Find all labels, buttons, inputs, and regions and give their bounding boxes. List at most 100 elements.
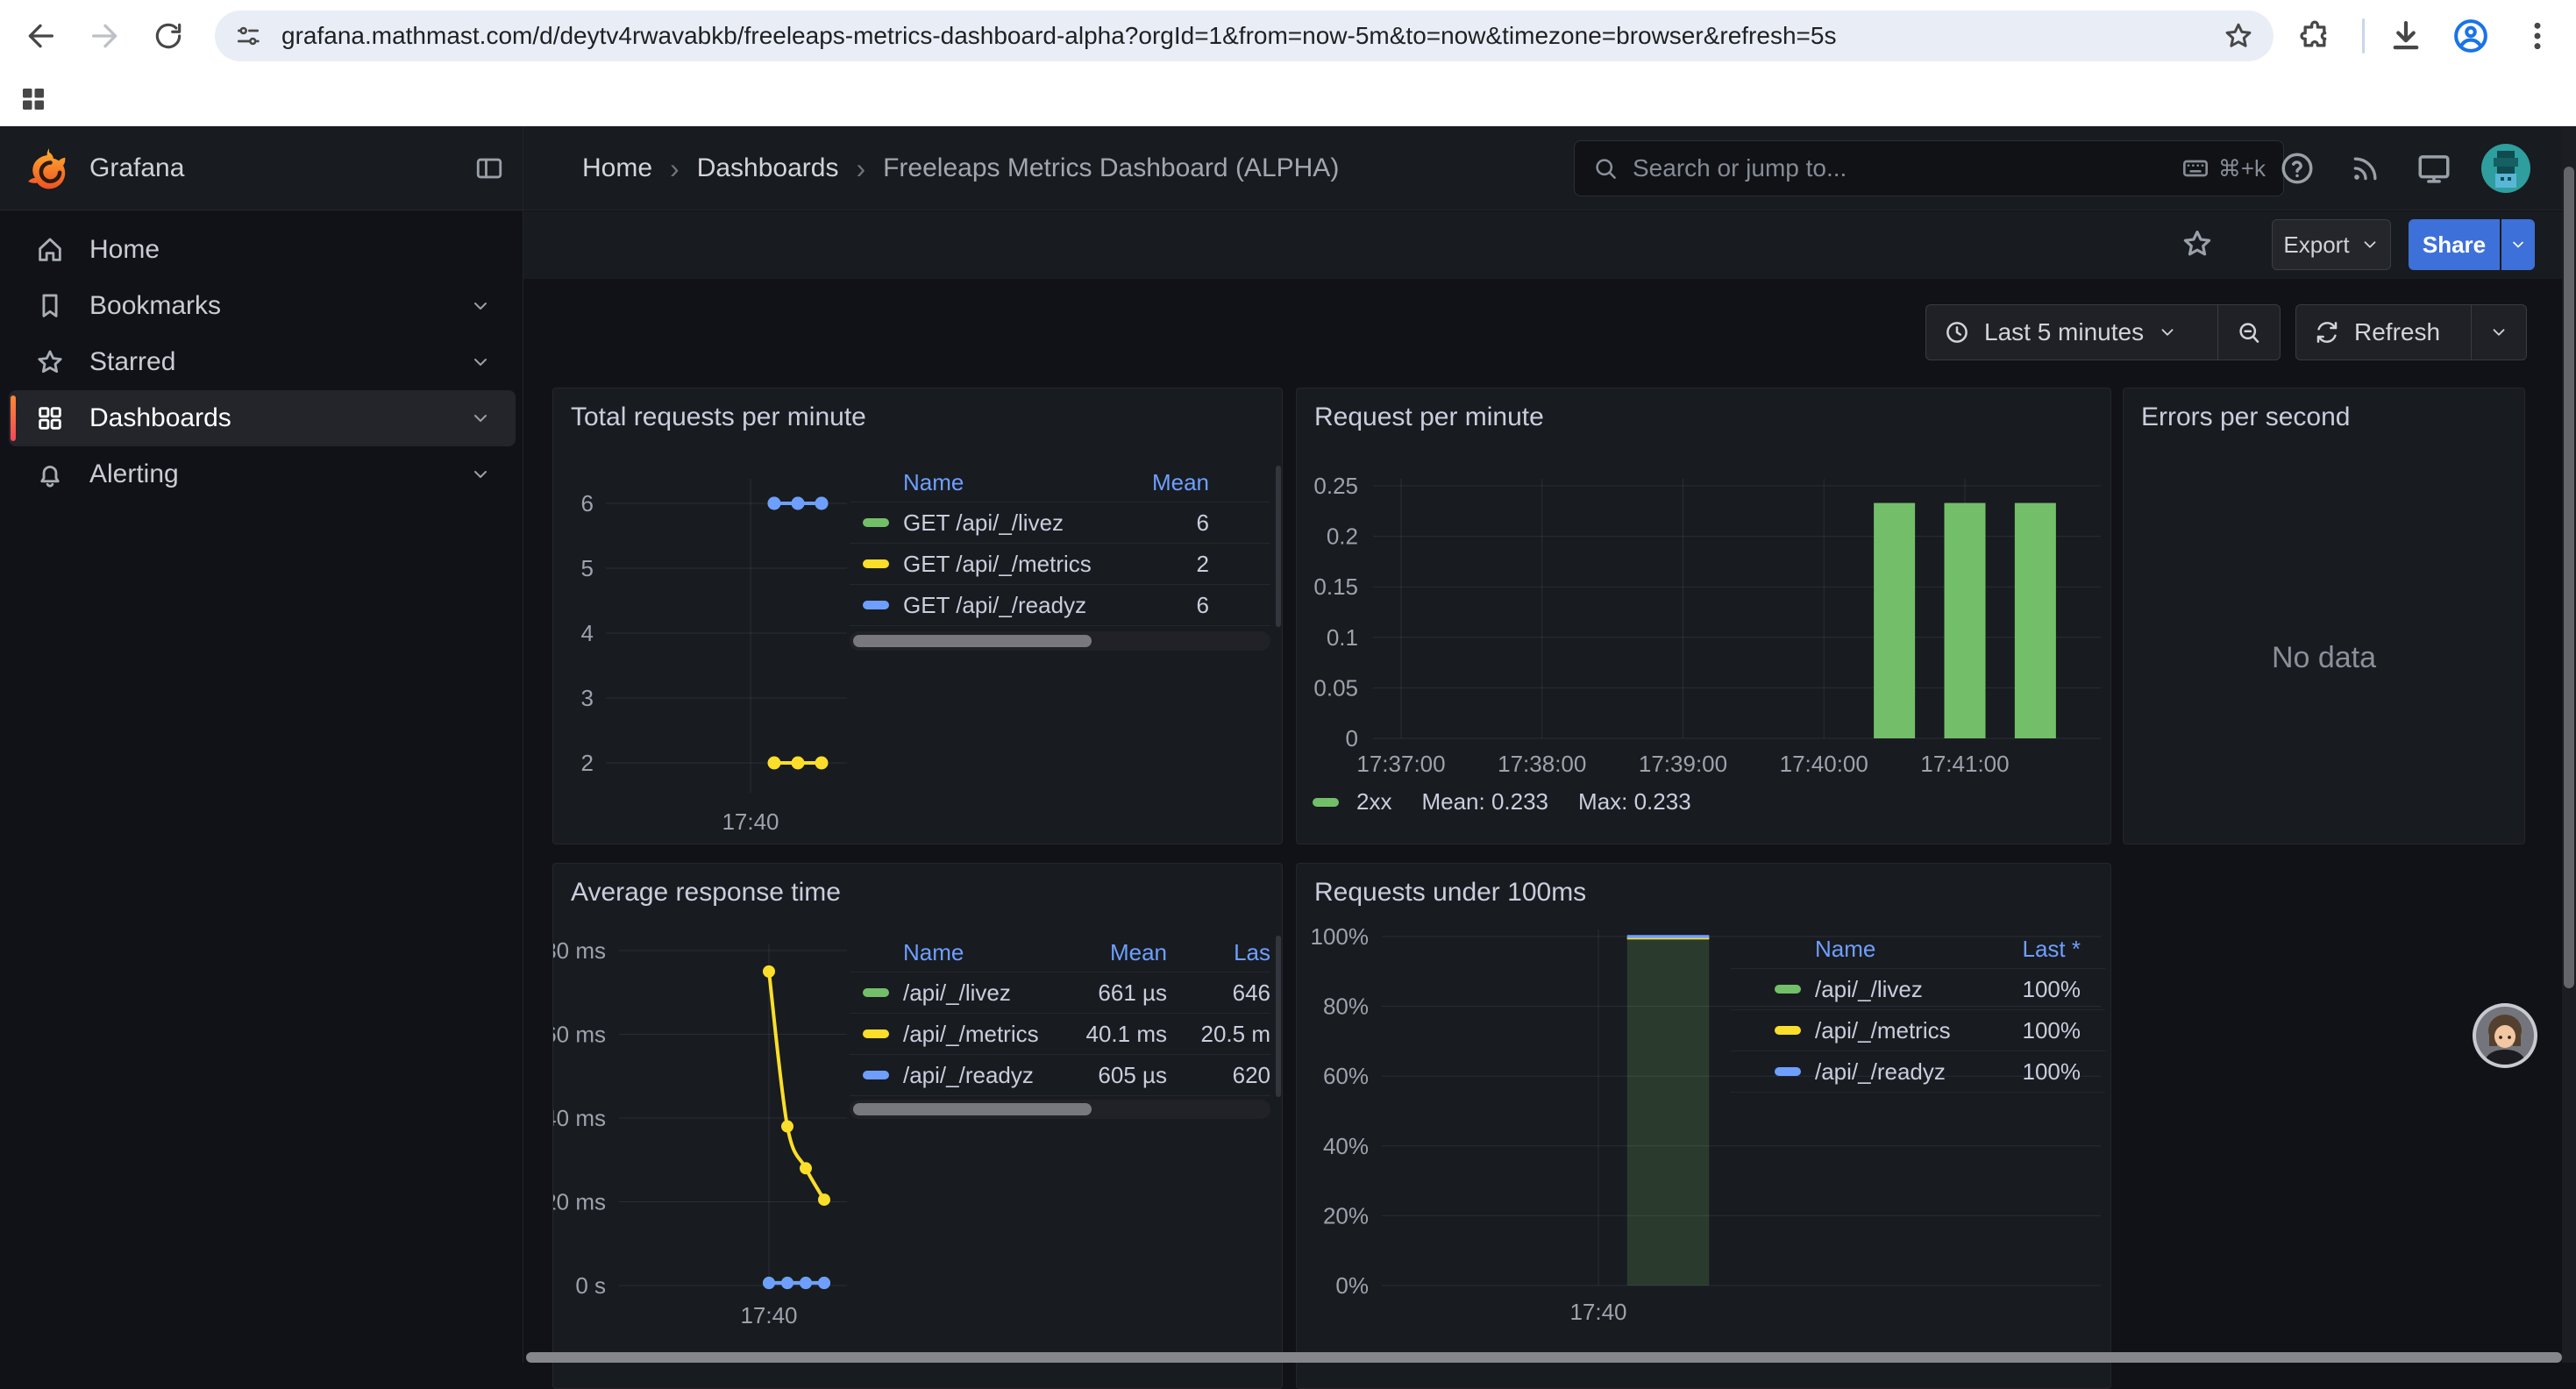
sidebar-item-bookmarks[interactable]: Bookmarks bbox=[9, 278, 516, 334]
legend-scrollbar[interactable] bbox=[850, 1100, 1270, 1119]
series-color-pill bbox=[1775, 985, 1801, 994]
legend-row[interactable]: /api/_/readyz100% bbox=[1731, 1051, 2105, 1093]
legend-row[interactable]: /api/_/metrics40.1 ms20.5 m bbox=[850, 1014, 1270, 1055]
alerting-icon bbox=[35, 459, 65, 489]
chevron-down-icon bbox=[2158, 323, 2177, 342]
panel-requests-under-100ms: Requests under 100ms 100%80%60%40%20%0%1… bbox=[1296, 863, 2111, 1389]
monitor-icon bbox=[2416, 150, 2452, 187]
apps-grid-icon bbox=[18, 83, 49, 115]
zoom-out-button[interactable] bbox=[2217, 305, 2280, 360]
svg-text:2: 2 bbox=[581, 750, 594, 776]
legend-scrollbar[interactable] bbox=[850, 631, 1270, 651]
page-scrollbar-thumb[interactable] bbox=[2564, 167, 2574, 988]
extensions-button[interactable] bbox=[2292, 13, 2338, 59]
legend-row[interactable]: /api/_/livez100% bbox=[1731, 969, 2105, 1010]
series-name: /api/_/livez bbox=[903, 979, 1071, 1007]
downloads-button[interactable] bbox=[2383, 13, 2429, 59]
breadcrumb-current: Freeleaps Metrics Dashboard (ALPHA) bbox=[883, 153, 1339, 183]
search-input[interactable] bbox=[1633, 154, 2167, 182]
sidebar-item-starred[interactable]: Starred bbox=[9, 334, 516, 390]
svg-text:4: 4 bbox=[581, 620, 594, 646]
legend-vertical-scrollbar[interactable] bbox=[1276, 466, 1281, 627]
search-box[interactable]: ⌘+k bbox=[1574, 140, 2284, 196]
request-per-minute-chart[interactable]: 0.250.20.150.10.05017:37:0017:38:0017:39… bbox=[1297, 388, 2112, 844]
legend-row[interactable]: /api/_/livez661 µs646 bbox=[850, 972, 1270, 1014]
legend-header-row: NameMean bbox=[850, 464, 1270, 502]
grafana-logo[interactable] bbox=[26, 146, 72, 196]
site-info-icon[interactable] bbox=[234, 22, 262, 50]
legend-col-name: Name bbox=[1815, 936, 1975, 963]
time-range-group: Last 5 minutes bbox=[1925, 304, 2281, 360]
legend-row[interactable]: GET /api/_/livez6 bbox=[850, 502, 1270, 544]
chevron-down-icon bbox=[2489, 323, 2508, 342]
legend-header-row: NameMeanLas bbox=[850, 934, 1270, 972]
address-bar[interactable]: grafana.mathmast.com/d/deytv4rwavabkb/fr… bbox=[215, 11, 2274, 61]
export-button[interactable]: Export bbox=[2272, 219, 2391, 270]
svg-text:20%: 20% bbox=[1323, 1202, 1369, 1229]
legend-col-value: Mean bbox=[1071, 939, 1167, 966]
share-menu-button[interactable] bbox=[2501, 219, 2535, 270]
sidebar-toggle-icon bbox=[474, 153, 504, 183]
user-avatar[interactable] bbox=[2481, 144, 2530, 197]
bookmark-star-icon[interactable] bbox=[2223, 20, 2254, 52]
series-value: 620 bbox=[1167, 1062, 1270, 1089]
sidebar-item-label: Alerting bbox=[89, 459, 179, 489]
zoom-out-icon bbox=[2236, 319, 2262, 345]
news-button[interactable] bbox=[2346, 149, 2385, 188]
sidebar-item-label: Bookmarks bbox=[89, 291, 221, 321]
browser-menu-button[interactable] bbox=[2515, 13, 2560, 59]
breadcrumb-dashboards[interactable]: Dashboards bbox=[697, 153, 839, 183]
panel-title[interactable]: Errors per second bbox=[2141, 402, 2350, 432]
back-button[interactable] bbox=[18, 13, 63, 59]
search-shortcut: ⌘+k bbox=[2181, 154, 2266, 182]
reload-button[interactable] bbox=[146, 13, 191, 59]
series-name: GET /api/_/metrics bbox=[903, 551, 1113, 578]
sidebar-item-alerting[interactable]: Alerting bbox=[9, 446, 516, 502]
svg-text:3: 3 bbox=[581, 685, 594, 711]
share-button[interactable]: Share bbox=[2409, 219, 2500, 270]
refresh-button[interactable]: Refresh bbox=[2296, 305, 2471, 360]
legend-row[interactable]: /api/_/readyz605 µs620 bbox=[850, 1055, 1270, 1096]
sidebar-item-home[interactable]: Home bbox=[9, 222, 516, 278]
series-name: /api/_/readyz bbox=[1815, 1058, 1975, 1086]
chevron-down-icon bbox=[470, 408, 491, 429]
legend-col-value: Las bbox=[1167, 939, 1270, 966]
series-name: /api/_/livez bbox=[1815, 976, 1975, 1003]
legend-table: NameMeanLas/api/_/livez661 µs646/api/_/m… bbox=[850, 934, 1270, 1096]
series-value: 40.1 ms bbox=[1071, 1021, 1167, 1048]
series-name: GET /api/_/readyz bbox=[903, 592, 1113, 619]
refresh-group: Refresh bbox=[2295, 304, 2527, 360]
assistant-avatar[interactable] bbox=[2471, 1001, 2539, 1074]
svg-text:17:39:00: 17:39:00 bbox=[1639, 751, 1727, 777]
page-horizontal-scrollbar[interactable] bbox=[526, 1352, 2562, 1363]
forward-icon bbox=[88, 18, 123, 53]
svg-text:20 ms: 20 ms bbox=[553, 1189, 606, 1215]
brand-name[interactable]: Grafana bbox=[89, 126, 184, 210]
help-button[interactable] bbox=[2278, 149, 2316, 188]
profile-button[interactable] bbox=[2448, 13, 2494, 59]
browser-toolbar: grafana.mathmast.com/d/deytv4rwavabkb/fr… bbox=[0, 0, 2576, 72]
series-color-pill bbox=[863, 559, 889, 568]
sidebar-toggle-button[interactable] bbox=[470, 149, 509, 188]
series-value: 646 bbox=[1167, 979, 1270, 1007]
forward-button[interactable] bbox=[82, 13, 128, 59]
legend-row[interactable]: /api/_/metrics100% bbox=[1731, 1010, 2105, 1051]
sidebar-item-label: Dashboards bbox=[89, 403, 231, 433]
legend-row[interactable]: 2xx Mean: 0.233 Max: 0.233 bbox=[1313, 788, 1721, 816]
refresh-interval-button[interactable] bbox=[2471, 305, 2526, 360]
refresh-icon bbox=[2314, 319, 2340, 345]
display-button[interactable] bbox=[2415, 149, 2453, 188]
sidebar-item-dashboards[interactable]: Dashboards bbox=[9, 390, 516, 446]
apps-button[interactable] bbox=[11, 76, 56, 122]
dashboards-icon bbox=[35, 403, 65, 433]
series-color-pill bbox=[1775, 1067, 1801, 1076]
legend-row[interactable]: GET /api/_/readyz6 bbox=[850, 585, 1270, 626]
legend-vertical-scrollbar[interactable] bbox=[1276, 936, 1281, 1097]
favorite-dashboard-button[interactable] bbox=[2178, 224, 2217, 263]
svg-text:17:40: 17:40 bbox=[722, 808, 779, 835]
download-icon bbox=[2387, 18, 2424, 54]
legend-row[interactable]: GET /api/_/metrics2 bbox=[850, 544, 1270, 585]
breadcrumb-home[interactable]: Home bbox=[582, 153, 652, 183]
chevron-down-icon bbox=[470, 352, 491, 373]
time-range-picker[interactable]: Last 5 minutes bbox=[1926, 305, 2217, 360]
